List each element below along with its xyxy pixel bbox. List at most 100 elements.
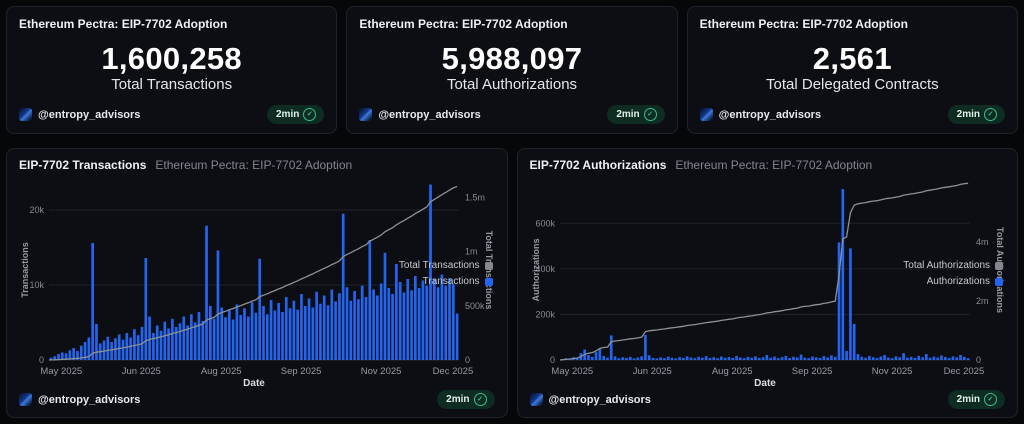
kpi-center: 5,988,097 Total Authorizations <box>359 31 664 105</box>
card-title: Ethereum Pectra: EIP-7702 Adoption <box>359 17 664 31</box>
legend-swatch <box>485 262 493 270</box>
author-avatar <box>359 108 372 121</box>
refresh-badge-label: 2min <box>446 394 469 405</box>
svg-text:0: 0 <box>465 355 470 365</box>
svg-text:600k: 600k <box>535 218 555 228</box>
chart-legend: Total Transactions Transactions <box>399 260 493 287</box>
svg-text:Date: Date <box>243 378 265 389</box>
chart-row: EIP-7702 Transactions Ethereum Pectra: E… <box>6 148 1018 418</box>
card-footer: @entropy_advisors 2min ✓ <box>359 105 664 124</box>
refresh-badge-label: 2min <box>957 394 980 405</box>
refresh-badge[interactable]: 2min ✓ <box>267 105 324 124</box>
check-icon: ✓ <box>984 393 997 406</box>
card-title: Ethereum Pectra: EIP-7702 Adoption <box>700 17 1005 31</box>
svg-text:Jun 2025: Jun 2025 <box>632 366 671 377</box>
svg-text:Authorizations: Authorizations <box>531 239 541 302</box>
check-icon: ✓ <box>644 108 657 121</box>
refresh-badge[interactable]: 2min ✓ <box>948 105 1005 124</box>
refresh-badge-label: 2min <box>957 109 980 120</box>
dashboard-page: Ethereum Pectra: EIP-7702 Adoption 1,600… <box>0 0 1024 424</box>
plot-area-authorizations[interactable]: Total Authorizations Authorizations 0 200… <box>530 174 1006 390</box>
kpi-label: Total Delegated Contracts <box>766 76 939 93</box>
legend-label: Transactions <box>423 276 480 287</box>
legend-swatch <box>995 262 1003 270</box>
kpi-center: 1,600,258 Total Transactions <box>19 31 324 105</box>
author-handle[interactable]: @entropy_advisors <box>719 109 821 121</box>
svg-text:Aug 2025: Aug 2025 <box>711 366 752 377</box>
svg-text:Aug 2025: Aug 2025 <box>201 366 242 377</box>
svg-text:Dec 2025: Dec 2025 <box>433 366 474 377</box>
check-icon: ✓ <box>984 108 997 121</box>
chart-title: EIP-7702 Authorizations <box>530 158 667 172</box>
svg-text:1m: 1m <box>465 247 478 257</box>
chart-card-authorizations: EIP-7702 Authorizations Ethereum Pectra:… <box>517 148 1019 418</box>
kpi-value: 2,561 <box>813 43 892 76</box>
kpi-center: 2,561 Total Delegated Contracts <box>700 31 1005 105</box>
card-footer: @entropy_advisors 2min ✓ <box>19 105 324 124</box>
legend-label: Total Authorizations <box>903 260 990 271</box>
svg-text:0: 0 <box>549 355 554 365</box>
kpi-value: 1,600,258 <box>101 43 242 76</box>
legend-label: Authorizations <box>927 276 990 287</box>
kpi-card-total-authorizations: Ethereum Pectra: EIP-7702 Adoption 5,988… <box>346 6 677 134</box>
svg-text:1.5m: 1.5m <box>465 192 485 202</box>
svg-text:Sep 2025: Sep 2025 <box>281 366 322 377</box>
svg-text:May 2025: May 2025 <box>40 366 82 377</box>
chart-header: EIP-7702 Transactions Ethereum Pectra: E… <box>19 158 495 172</box>
card-title: Ethereum Pectra: EIP-7702 Adoption <box>19 17 324 31</box>
legend-swatch <box>485 278 493 286</box>
svg-text:Dec 2025: Dec 2025 <box>943 366 984 377</box>
kpi-card-total-delegated-contracts: Ethereum Pectra: EIP-7702 Adoption 2,561… <box>687 6 1018 134</box>
plot-area-transactions[interactable]: Total Transactions Transactions 0 10k 20k 0… <box>19 174 495 390</box>
card-footer: @entropy_advisors 2min ✓ <box>700 105 1005 124</box>
svg-text:500k: 500k <box>465 301 485 311</box>
chart-legend: Total Authorizations Authorizations <box>903 260 1003 287</box>
svg-text:Transactions: Transactions <box>20 242 30 298</box>
svg-text:Nov 2025: Nov 2025 <box>871 366 912 377</box>
author-avatar <box>530 393 543 406</box>
kpi-value: 5,988,097 <box>442 43 583 76</box>
refresh-badge[interactable]: 2min ✓ <box>437 390 494 409</box>
card-footer: @entropy_advisors 2min ✓ <box>530 390 1006 409</box>
author-handle[interactable]: @entropy_advisors <box>38 109 140 121</box>
chart-card-transactions: EIP-7702 Transactions Ethereum Pectra: E… <box>6 148 508 418</box>
author-avatar <box>19 108 32 121</box>
svg-text:2m: 2m <box>976 296 989 306</box>
svg-text:4m: 4m <box>976 237 989 247</box>
svg-text:20k: 20k <box>29 205 44 215</box>
card-footer: @entropy_advisors 2min ✓ <box>19 390 495 409</box>
legend-label: Total Transactions <box>399 260 480 271</box>
svg-text:0: 0 <box>39 355 44 365</box>
chart-title: EIP-7702 Transactions <box>19 158 146 172</box>
legend-item-total-authorizations[interactable]: Total Authorizations <box>903 260 1003 271</box>
svg-text:Date: Date <box>754 378 776 389</box>
svg-text:Sep 2025: Sep 2025 <box>791 366 832 377</box>
kpi-label: Total Transactions <box>111 76 232 93</box>
svg-text:May 2025: May 2025 <box>551 366 593 377</box>
svg-text:10k: 10k <box>29 280 44 290</box>
author-handle[interactable]: @entropy_advisors <box>38 394 140 406</box>
refresh-badge[interactable]: 2min ✓ <box>948 390 1005 409</box>
legend-swatch <box>995 278 1003 286</box>
legend-item-authorizations[interactable]: Authorizations <box>927 276 1003 287</box>
refresh-badge-label: 2min <box>276 109 299 120</box>
chart-subtitle: Ethereum Pectra: EIP-7702 Adoption <box>155 158 352 172</box>
svg-text:200k: 200k <box>535 309 555 319</box>
kpi-row: Ethereum Pectra: EIP-7702 Adoption 1,600… <box>6 6 1018 134</box>
author-handle[interactable]: @entropy_advisors <box>549 394 651 406</box>
chart-subtitle: Ethereum Pectra: EIP-7702 Adoption <box>675 158 872 172</box>
kpi-label: Total Authorizations <box>447 76 577 93</box>
check-icon: ✓ <box>474 393 487 406</box>
author-avatar <box>19 393 32 406</box>
legend-item-total-transactions[interactable]: Total Transactions <box>399 260 493 271</box>
kpi-card-total-transactions: Ethereum Pectra: EIP-7702 Adoption 1,600… <box>6 6 337 134</box>
legend-item-transactions[interactable]: Transactions <box>423 276 493 287</box>
author-handle[interactable]: @entropy_advisors <box>378 109 480 121</box>
author-avatar <box>700 108 713 121</box>
svg-text:0: 0 <box>976 355 981 365</box>
refresh-badge-label: 2min <box>616 109 639 120</box>
refresh-badge[interactable]: 2min ✓ <box>607 105 664 124</box>
check-icon: ✓ <box>303 108 316 121</box>
svg-text:Jun 2025: Jun 2025 <box>122 366 161 377</box>
chart-header: EIP-7702 Authorizations Ethereum Pectra:… <box>530 158 1006 172</box>
